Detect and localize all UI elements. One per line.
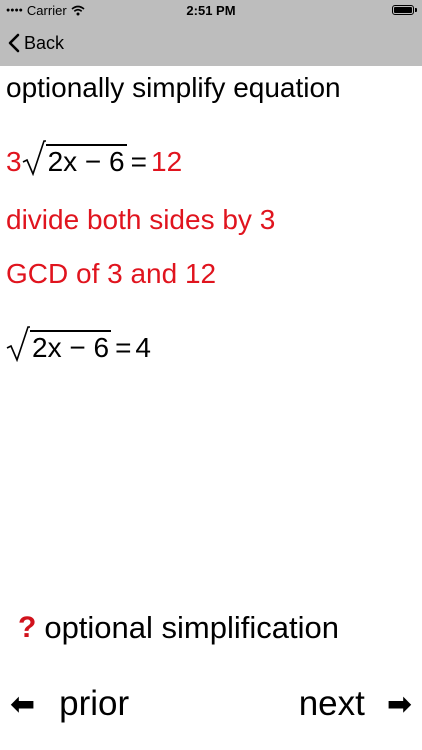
battery-icon [392,5,417,15]
radicand: 2x − 6 [45,144,127,177]
arrow-right-icon: ➡ [386,687,412,721]
hint-button[interactable]: ? optional simplification [18,610,339,646]
explanation-divide: divide both sides by 3 [6,204,276,235]
explanation-gcd: GCD of 3 and 12 [6,258,217,289]
square-root: 2x − 6 [22,140,127,176]
back-button[interactable]: Back [8,28,64,58]
radicand: 2x − 6 [30,330,112,363]
status-time: 2:51 PM [186,3,236,18]
prior-label: prior [59,684,130,723]
rhs-value: 12 [151,146,183,177]
back-label: Back [24,32,65,53]
equals-sign: = [115,332,132,363]
navigation-bar: Back [0,20,422,66]
next-button[interactable]: next ➡ [299,684,412,724]
rhs-value: 4 [135,332,151,363]
status-bar: ●●●● Carrier 2:51 PM [0,0,422,20]
coefficient: 3 [6,146,22,177]
hint-label: optional simplification [44,610,339,645]
radical-sign-icon [6,326,30,362]
square-root: 2x − 6 [6,326,112,363]
equals-sign: = [130,146,147,177]
radical-sign-icon [22,140,46,176]
equation-step-1: 3 2x − 6 = 12 [6,140,182,176]
prior-button[interactable]: ⬅ prior [10,684,129,724]
chevron-left-icon [8,33,20,53]
arrow-left-icon: ⬅ [10,687,36,721]
prompt-text: optionally simplify equation [6,72,341,103]
equation-step-2: 2x − 6 = 4 [6,326,151,362]
question-mark-icon: ? [18,611,37,644]
next-label: next [298,684,365,723]
